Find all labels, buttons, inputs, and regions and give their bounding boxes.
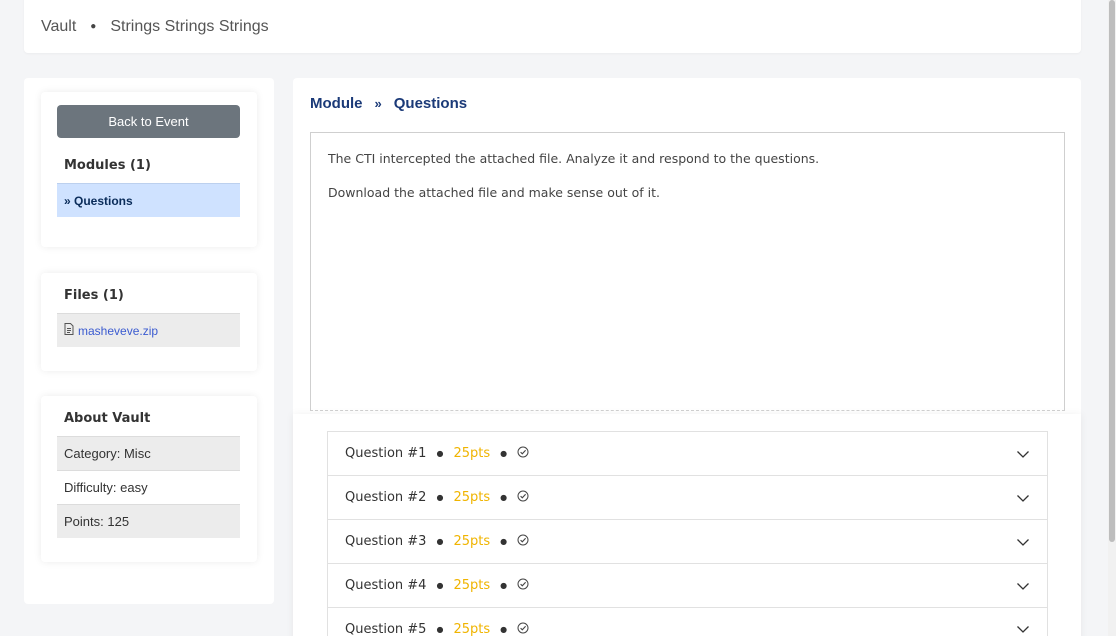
- question-title: Question #2: [345, 490, 427, 505]
- modules-card: Back to Event Modules (1) » Questions: [41, 92, 257, 247]
- chevron-down-icon[interactable]: [1016, 491, 1030, 505]
- bullet: ●: [436, 537, 444, 546]
- bullet: ●: [436, 449, 444, 458]
- chevron-down-icon[interactable]: [1016, 579, 1030, 593]
- about-category: Category: Misc: [57, 436, 240, 470]
- about-difficulty: Difficulty: easy: [57, 470, 240, 504]
- bullet: ●: [500, 537, 508, 546]
- question-points: 25pts: [453, 490, 491, 505]
- chevron-down-icon[interactable]: [1016, 447, 1030, 461]
- bullet: ●: [500, 581, 508, 590]
- files-heading: Files (1): [64, 288, 124, 303]
- question-points: 25pts: [453, 446, 491, 461]
- files-card: Files (1) masheveve.zip: [41, 273, 257, 371]
- question-row[interactable]: Question #1 ● 25pts ●: [327, 431, 1048, 475]
- bullet: ●: [500, 624, 508, 634]
- about-heading: About Vault: [64, 411, 151, 426]
- bullet: ●: [500, 493, 508, 502]
- main-content: Module » Questions The CTI intercepted t…: [293, 78, 1081, 636]
- bullet: ●: [436, 581, 444, 590]
- bullet: ●: [436, 493, 444, 502]
- question-title: Question #3: [345, 534, 427, 549]
- breadcrumb-questions[interactable]: Questions: [394, 95, 467, 112]
- question-title: Question #1: [345, 446, 427, 461]
- event-name: Vault: [41, 17, 77, 35]
- check-circle-icon: [517, 490, 529, 505]
- file-icon: [64, 323, 74, 338]
- breadcrumb: Module » Questions: [310, 95, 467, 112]
- chevron-down-icon[interactable]: [1016, 535, 1030, 549]
- check-circle-icon: [517, 622, 529, 636]
- breadcrumb-separator: »: [374, 96, 382, 111]
- question-points: 25pts: [453, 534, 491, 549]
- check-circle-icon: [517, 446, 529, 461]
- separator-dot: ●: [90, 21, 97, 32]
- question-row[interactable]: Question #5 ● 25pts ●: [327, 607, 1048, 636]
- about-card: About Vault Category: Misc Difficulty: e…: [41, 396, 257, 562]
- file-item: masheveve.zip: [57, 313, 240, 347]
- back-to-event-button[interactable]: Back to Event: [57, 105, 240, 138]
- description-box: The CTI intercepted the attached file. A…: [310, 132, 1065, 411]
- questions-accordion: Question #1 ● 25pts ● Question #2 ● 25pt…: [293, 414, 1081, 636]
- description-line: The CTI intercepted the attached file. A…: [328, 151, 820, 166]
- question-points: 25pts: [453, 621, 491, 636]
- scrollbar-thumb[interactable]: [1109, 0, 1115, 542]
- chevron-down-icon[interactable]: [1016, 622, 1030, 636]
- question-title: Question #4: [345, 578, 427, 593]
- file-download-link[interactable]: masheveve.zip: [78, 324, 158, 338]
- event-subtitle: Strings Strings Strings: [110, 17, 269, 35]
- question-row[interactable]: Question #3 ● 25pts ●: [327, 519, 1048, 563]
- about-points: Points: 125: [57, 504, 240, 538]
- question-row[interactable]: Question #4 ● 25pts ●: [327, 563, 1048, 607]
- top-header: Vault ● Strings Strings Strings: [24, 0, 1081, 53]
- check-circle-icon: [517, 578, 529, 593]
- modules-heading: Modules (1): [64, 158, 151, 173]
- module-item-questions[interactable]: » Questions: [57, 183, 240, 217]
- question-row[interactable]: Question #2 ● 25pts ●: [327, 475, 1048, 519]
- check-circle-icon: [517, 534, 529, 549]
- question-title: Question #5: [345, 621, 427, 636]
- page-scrollbar[interactable]: [1108, 0, 1116, 636]
- left-sidebar: Back to Event Modules (1) » Questions Fi…: [24, 78, 274, 604]
- bullet: ●: [500, 449, 508, 458]
- description-line: Download the attached file and make sens…: [328, 185, 661, 200]
- breadcrumb-module[interactable]: Module: [310, 95, 363, 112]
- bullet: ●: [436, 624, 444, 634]
- question-points: 25pts: [453, 578, 491, 593]
